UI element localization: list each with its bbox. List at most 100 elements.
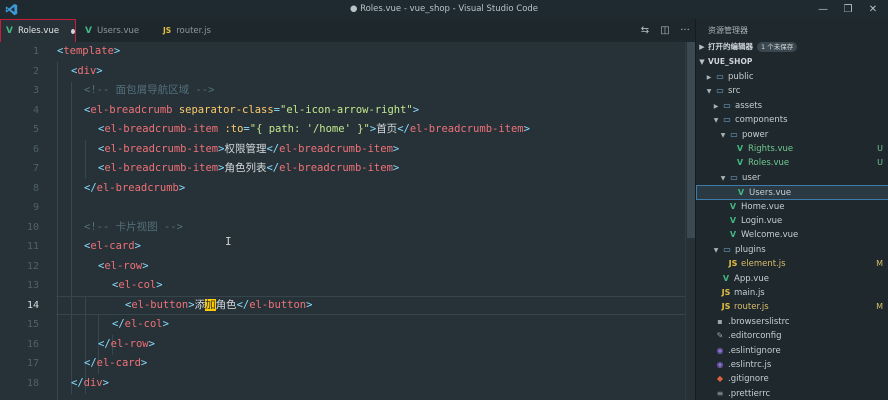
explorer-sidebar: 资源管理器 ▶ 打开的编辑器 1 个未保存 ▼ VUE_SHOP ▶ ▭ public ▼… — [695, 19, 888, 400]
more-actions-icon[interactable]: ··· — [675, 25, 695, 36]
window-title: ● Roles.vue - vue_shop - Visual Studio C… — [349, 4, 539, 14]
tree-file-roles-vue[interactable]: V Roles.vue U — [696, 156, 888, 170]
tree-file-login-vue[interactable]: V Login.vue — [696, 214, 888, 228]
git-status-untracked: U — [877, 158, 883, 168]
tree-folder-public[interactable]: ▶ ▭ public — [696, 70, 888, 84]
open-editors-section[interactable]: ▶ 打开的编辑器 1 个未保存 — [696, 40, 888, 54]
code-line-current: <el-button>添加角色</el-button> — [125, 298, 313, 311]
close-window-button[interactable]: ✕ — [863, 2, 883, 17]
code-line: </el-breadcrumb> — [84, 181, 186, 194]
tree-file-browserslistrc[interactable]: ▪ .browserslistrc — [696, 315, 888, 329]
folder-icon: ▭ — [723, 100, 731, 110]
maximize-button[interactable]: ❐ — [838, 2, 858, 17]
tree-folder-src[interactable]: ▼ ▭ src — [696, 84, 888, 98]
eslint-icon: ◉ — [716, 360, 724, 369]
code-line: <el-breadcrumb-item>权限管理</el-breadcrumb-… — [98, 142, 400, 155]
chevron-down-icon: ▼ — [720, 131, 726, 139]
tree-folder-user[interactable]: ▼ ▭ user — [696, 171, 888, 185]
tree-folder-plugins[interactable]: ▼ ▭ plugins — [696, 243, 888, 257]
vue-file-icon: V — [737, 188, 745, 198]
open-changes-icon[interactable]: ⇆ — [635, 25, 655, 36]
line-number: 18 — [26, 377, 39, 389]
code-line: <div> — [71, 64, 103, 77]
js-file-icon: JS — [721, 302, 731, 312]
folder-icon: ▭ — [716, 72, 724, 81]
line-number: 12 — [26, 260, 39, 272]
vue-file-icon: V — [729, 201, 737, 211]
indent-guide — [85, 140, 86, 179]
editor-actions: ⇆ ◫ ··· — [635, 19, 695, 42]
tree-file-welcome-vue[interactable]: V Welcome.vue — [696, 228, 888, 242]
vue-file-icon: V — [729, 216, 737, 225]
text-cursor-selection: 加 — [205, 298, 216, 311]
tree-file-prettierrc[interactable]: ≡ .prettierrc — [696, 387, 888, 400]
tree-file-users-vue[interactable]: V Users.vue — [696, 185, 888, 200]
folder-open-icon: ▭ — [716, 86, 724, 96]
code-line: </el-col> — [112, 318, 169, 330]
code-line: </el-card> — [84, 357, 148, 369]
chevron-down-icon: ▼ — [720, 174, 726, 182]
split-editor-icon[interactable]: ◫ — [655, 25, 675, 36]
tree-folder-components[interactable]: ▼ ▭ components — [696, 113, 888, 127]
folder-open-icon: ▭ — [730, 172, 738, 182]
vue-file-icon: V — [6, 26, 13, 36]
vue-file-icon: V — [722, 273, 730, 283]
tree-file-home-vue[interactable]: V Home.vue — [696, 200, 888, 214]
code-line: <el-breadcrumb-item :to="{ path: '/home'… — [98, 123, 530, 135]
line-number: 10 — [26, 221, 39, 233]
editor-scrollbar[interactable] — [685, 42, 695, 400]
minimize-button[interactable]: — — [813, 2, 833, 17]
line-number: 4 — [32, 104, 39, 116]
line-number: 13 — [26, 280, 39, 291]
code-comment: <!-- 面包屑导航区域 --> — [84, 84, 215, 96]
tree-file-eslintrc-js[interactable]: ◉ .eslintrc.js — [696, 358, 888, 372]
git-status-modified: M — [876, 302, 883, 312]
tree-file-gitignore[interactable]: ◆ .gitignore — [696, 372, 888, 386]
line-number: 3 — [32, 85, 39, 96]
code-line: <template> — [57, 45, 121, 57]
tab-router-js[interactable]: JS router.js — [158, 19, 234, 42]
git-icon: ◆ — [716, 374, 724, 384]
tree-file-editorconfig[interactable]: ✎ .editorconfig — [696, 329, 888, 343]
unsaved-dot-icon[interactable] — [71, 28, 75, 34]
editorconfig-icon: ✎ — [716, 331, 724, 341]
tree-file-main-js[interactable]: JS main.js — [696, 286, 888, 300]
folder-open-icon: ▭ — [730, 129, 738, 139]
tree-file-router-js[interactable]: JS router.js M — [696, 300, 888, 314]
tab-roles-vue[interactable]: V Roles.vue — [0, 19, 76, 42]
folder-open-icon: ▭ — [723, 115, 731, 125]
tree-file-eslintignore[interactable]: ◉ .eslintignore — [696, 344, 888, 358]
line-number: 16 — [26, 338, 39, 350]
vue-file-icon: V — [736, 144, 744, 153]
chevron-down-icon: ▼ — [699, 58, 705, 66]
line-number: 17 — [26, 358, 39, 369]
line-number: 7 — [32, 163, 39, 174]
tab-users-vue[interactable]: V Users.vue — [80, 19, 154, 42]
tree-file-app-vue[interactable]: V App.vue — [696, 272, 888, 286]
eslint-icon: ◉ — [716, 345, 724, 355]
editor-tab-bar: V Roles.vue V Users.vue JS router.js ⇆ ◫… — [0, 19, 695, 42]
unsaved-count-badge: 1 个未保存 — [757, 42, 798, 52]
config-file-icon: ▪ — [717, 316, 723, 326]
code-line: <el-col> — [112, 279, 163, 291]
explorer-title: 资源管理器 — [708, 26, 748, 35]
code-line: <el-row> — [98, 259, 149, 272]
js-file-icon: JS — [728, 259, 738, 269]
code-area[interactable]: <template> <div> <!-- 面包屑导航区域 --> <el-br… — [56, 42, 692, 400]
code-editor[interactable]: 1 2 3 4 5 6 7 8 9 10 11 12 13 14 15 16 1… — [0, 42, 695, 400]
vue-file-icon: V — [729, 230, 737, 240]
project-section[interactable]: ▼ VUE_SHOP — [696, 55, 888, 69]
tree-folder-assets[interactable]: ▶ ▭ assets — [696, 99, 888, 113]
tab-label: router.js — [176, 25, 211, 36]
line-number: 15 — [26, 319, 39, 330]
tree-file-rights-vue[interactable]: V Rights.vue U — [696, 142, 888, 156]
tab-label: Users.vue — [96, 25, 140, 36]
scrollbar-thumb[interactable] — [687, 42, 695, 238]
line-number: 1 — [32, 46, 39, 57]
tree-file-element-js[interactable]: JS element.js M — [696, 257, 888, 271]
line-number: 5 — [32, 124, 39, 135]
line-number: 11 — [26, 241, 39, 252]
line-number-gutter: 1 2 3 4 5 6 7 8 9 10 11 12 13 14 15 16 1… — [0, 42, 45, 400]
tree-folder-power[interactable]: ▼ ▭ power — [696, 128, 888, 142]
line-number: 6 — [32, 143, 39, 155]
